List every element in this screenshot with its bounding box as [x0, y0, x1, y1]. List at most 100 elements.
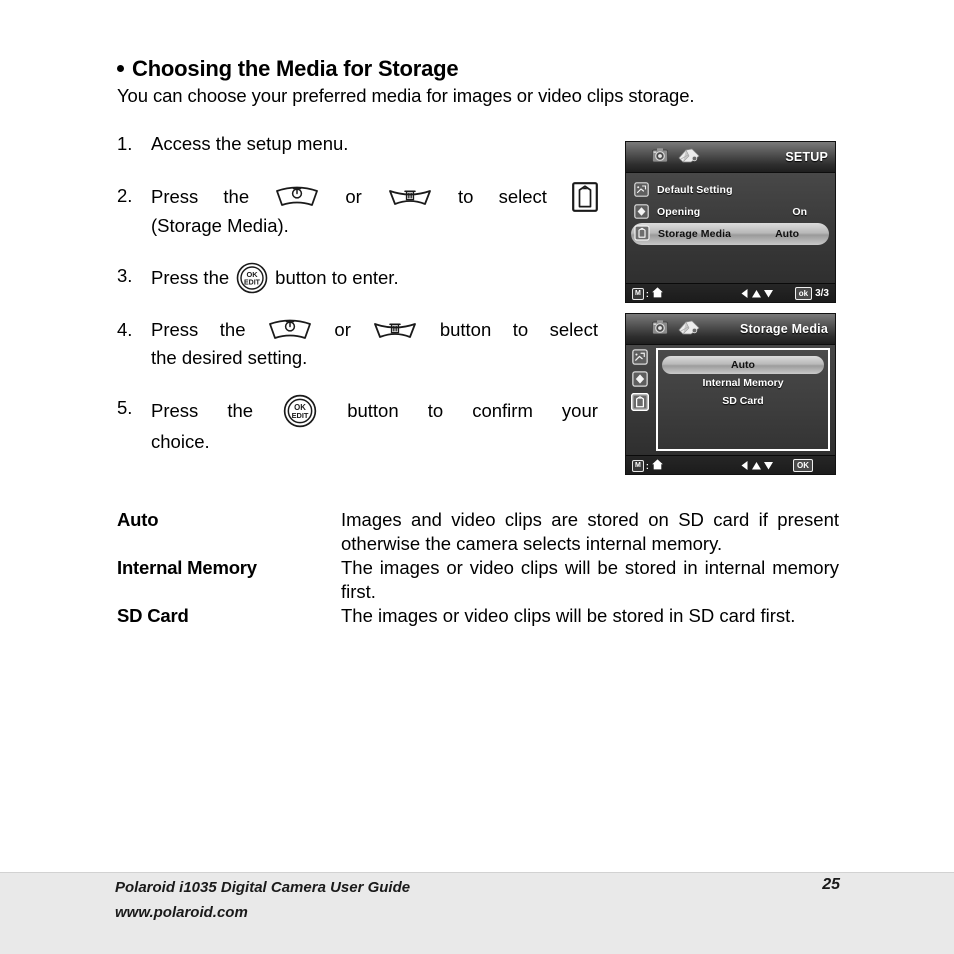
delete-fan-button-icon [387, 185, 433, 209]
step-2-word-the: the [223, 186, 250, 207]
steps-list: 1. Access the setup menu. 2. Press the o… [117, 130, 598, 474]
step-3-text-before: Press the [151, 267, 230, 288]
step-5-word-confirm: confirm [472, 400, 533, 421]
definition-description: Images and video clips are stored on SD … [341, 509, 839, 554]
section-heading-text: Choosing the Media for Storage [132, 56, 459, 81]
definition-term: Internal Memory [117, 557, 257, 578]
menu-item-opening[interactable]: Opening On [626, 201, 835, 223]
definition-row-internal-memory: Internal Memory The images or video clip… [117, 556, 839, 604]
screen-header: SETUP [626, 142, 835, 173]
step-4-word-button: button [439, 319, 492, 340]
sidebar-storage-media-icon[interactable] [630, 392, 650, 413]
screen-title: SETUP [785, 150, 828, 164]
step-4-line-2: the desired setting. [151, 347, 308, 368]
ok-edit-button-icon: OK EDIT [235, 262, 269, 294]
storage-sidebar [626, 345, 654, 455]
screen-body: Auto Internal Memory SD Card [626, 345, 835, 455]
step-4-number: 4. [117, 319, 133, 340]
step-2-word-to: to [458, 186, 474, 207]
menu-item-storage-media[interactable]: Storage Media Auto [631, 223, 829, 245]
option-auto[interactable]: Auto [662, 356, 824, 374]
step-2-number: 2. [117, 185, 133, 206]
step-4-word-press: Press [151, 319, 199, 340]
menu-item-value: On [792, 206, 807, 218]
camera-screen-storage-media: Storage Media Auto Internal Memory SD Ca… [625, 313, 836, 475]
step-5: 5. Press the OK EDIT button to confirm y… [117, 394, 598, 456]
default-setting-icon [634, 181, 649, 199]
storage-options-panel: Auto Internal Memory SD Card [656, 348, 830, 451]
step-2-word-or: or [345, 186, 362, 207]
step-4-word-select: select [549, 319, 598, 340]
opening-icon [634, 203, 649, 221]
menu-item-label: Opening [657, 206, 701, 218]
self-timer-fan-button-icon [274, 185, 320, 209]
step-5-line-2: choice. [151, 431, 210, 452]
screen-title: Storage Media [739, 322, 828, 336]
screen-body: Default Setting Opening On Storage Media… [626, 173, 835, 283]
definition-description: The images or video clips will be stored… [341, 605, 796, 626]
screen-header: Storage Media [626, 314, 835, 345]
definition-row-auto: Auto Images and video clips are stored o… [117, 508, 839, 556]
setup-tools-icon [676, 318, 702, 340]
manual-page: Choosing the Media for Storage You can c… [0, 0, 954, 954]
svg-text:EDIT: EDIT [292, 411, 309, 420]
option-internal-memory[interactable]: Internal Memory [662, 374, 824, 392]
footer-title: Polaroid i1035 Digital Camera User Guide [115, 879, 411, 896]
menu-item-default-setting[interactable]: Default Setting [626, 179, 835, 201]
option-sd-card[interactable]: SD Card [662, 392, 824, 410]
home-icon [651, 458, 664, 473]
step-4-word-to: to [512, 319, 529, 340]
menu-item-label: Default Setting [657, 184, 733, 196]
step-2: 2. Press the or to select (Storage Media… [117, 182, 598, 240]
page-count: 3/3 [815, 288, 829, 299]
step-1: 1. Access the setup menu. [117, 130, 587, 158]
step-1-text: Access the setup menu. [151, 133, 349, 154]
menu-item-label: Storage Media [658, 228, 732, 240]
home-icon [651, 286, 664, 301]
definition-term: SD Card [117, 605, 189, 626]
page-title: Choosing the Media for Storage [117, 56, 459, 82]
definitions-list: Auto Images and video clips are stored o… [117, 508, 839, 628]
mode-badge: M [632, 287, 644, 300]
svg-text:OK: OK [247, 270, 259, 279]
step-5-word-button: button [347, 400, 399, 421]
separator-colon: : [645, 460, 649, 471]
screen-footer: M : OK [626, 455, 835, 474]
nav-arrows-icon [739, 288, 775, 299]
ok-edit-button-icon: OK EDIT [282, 394, 318, 428]
option-label: Internal Memory [702, 377, 784, 389]
footer-divider [0, 872, 954, 873]
step-1-number: 1. [117, 133, 133, 154]
step-4: 4. Press the or button to select the des… [117, 316, 598, 372]
definition-term: Auto [117, 509, 159, 530]
definition-row-sd-card: SD Card The images or video clips will b… [117, 604, 839, 628]
sd-card-icon [572, 182, 598, 212]
step-5-word-your: your [561, 400, 598, 421]
step-5-number: 5. [117, 397, 133, 418]
nav-arrows-icon [739, 460, 775, 471]
step-2-line-2: (Storage Media). [151, 215, 289, 236]
camera-screen-setup: SETUP Default Setting Opening On Storage… [625, 141, 836, 303]
screen-footer: M : ok 3/3 [626, 283, 835, 302]
option-label: Auto [731, 359, 755, 371]
setup-menu-list: Default Setting Opening On Storage Media… [626, 173, 835, 245]
mode-badge: M [632, 459, 644, 472]
self-timer-fan-button-icon [267, 318, 313, 342]
sidebar-opening-icon[interactable] [632, 371, 648, 389]
ok-badge: OK [793, 459, 813, 472]
footer-text: Polaroid i1035 Digital Camera User Guide… [115, 875, 410, 925]
svg-text:EDIT: EDIT [244, 279, 261, 286]
option-label: SD Card [722, 395, 764, 407]
setup-tools-icon [676, 146, 702, 168]
menu-item-value: Auto [775, 228, 799, 240]
step-2-word-press: Press [151, 186, 199, 207]
intro-paragraph: You can choose your preferred media for … [117, 85, 695, 106]
camera-mode-icon [650, 318, 670, 340]
sidebar-default-setting-icon[interactable] [632, 349, 648, 367]
step-5-word-to: to [427, 400, 444, 421]
step-5-word-press: Press [151, 400, 199, 421]
footer-url[interactable]: www.polaroid.com [115, 900, 410, 925]
bullet-icon [117, 64, 124, 72]
step-3-number: 3. [117, 265, 133, 286]
step-2-word-select: select [498, 186, 547, 207]
